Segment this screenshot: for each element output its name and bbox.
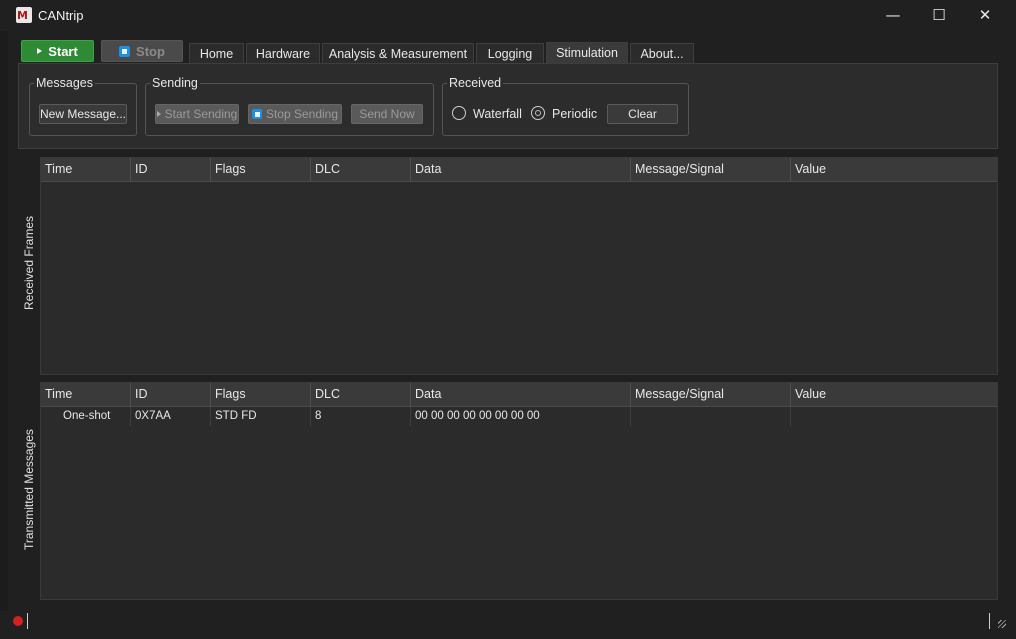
- connection-status-icon: [13, 616, 23, 626]
- app-logo-icon: M: [16, 7, 32, 23]
- play-icon: [37, 48, 43, 54]
- tab-home[interactable]: Home: [189, 43, 244, 64]
- column-header-message-signal[interactable]: Message/Signal: [631, 158, 791, 181]
- cell-message-signal: [631, 407, 791, 426]
- transmitted-messages-table[interactable]: Time ID Flags DLC Data Message/Signal Va…: [40, 382, 998, 600]
- periodic-radio[interactable]: [531, 106, 545, 120]
- column-header-flags[interactable]: Flags: [211, 383, 311, 406]
- table-header: Time ID Flags DLC Data Message/Signal Va…: [41, 158, 997, 182]
- maximize-button[interactable]: ☐: [916, 0, 962, 31]
- waterfall-radio[interactable]: [452, 106, 466, 120]
- table-header: Time ID Flags DLC Data Message/Signal Va…: [41, 383, 997, 407]
- status-separator: [27, 613, 28, 629]
- stop-label: Stop: [136, 43, 165, 59]
- messages-group-title: Messages: [34, 76, 95, 90]
- tab-logging[interactable]: Logging: [476, 43, 544, 64]
- stop-button[interactable]: Stop: [101, 40, 183, 62]
- start-sending-button[interactable]: Start Sending: [155, 104, 239, 124]
- background-window-edge: [0, 31, 8, 611]
- received-group-title: Received: [447, 76, 504, 90]
- status-bar: [0, 611, 1016, 639]
- column-header-message-signal[interactable]: Message/Signal: [631, 383, 791, 406]
- column-header-time[interactable]: Time: [41, 158, 131, 181]
- tab-hardware[interactable]: Hardware: [246, 43, 320, 64]
- cell-dlc: 8: [311, 407, 411, 426]
- window-title: CANtrip: [38, 8, 84, 23]
- cell-flags: STD FD: [211, 407, 311, 426]
- start-sending-label: Start Sending: [164, 107, 238, 121]
- play-icon: [156, 111, 161, 117]
- cell-id: 0X7AA: [131, 407, 211, 426]
- stop-icon: [251, 109, 262, 119]
- tab-stimulation[interactable]: Stimulation: [546, 42, 628, 64]
- column-header-value[interactable]: Value: [791, 158, 997, 181]
- start-label: Start: [48, 43, 78, 59]
- status-separator: [989, 613, 990, 629]
- close-button[interactable]: ✕: [962, 0, 1008, 31]
- received-frames-table[interactable]: Time ID Flags DLC Data Message/Signal Va…: [40, 157, 998, 375]
- cell-value: [791, 407, 997, 426]
- tab-about[interactable]: About...: [630, 43, 694, 64]
- tab-analysis-measurement[interactable]: Analysis & Measurement: [322, 43, 474, 64]
- column-header-dlc[interactable]: DLC: [311, 158, 411, 181]
- waterfall-label: Waterfall: [473, 107, 522, 121]
- column-header-dlc[interactable]: DLC: [311, 383, 411, 406]
- column-header-id[interactable]: ID: [131, 383, 211, 406]
- stop-icon: [119, 45, 131, 57]
- transmitted-messages-label: Transmitted Messages: [22, 429, 36, 550]
- resize-grip-icon[interactable]: [998, 620, 1006, 628]
- send-now-button[interactable]: Send Now: [351, 104, 423, 124]
- stop-sending-label: Stop Sending: [265, 107, 339, 121]
- column-header-flags[interactable]: Flags: [211, 158, 311, 181]
- column-header-id[interactable]: ID: [131, 158, 211, 181]
- title-bar: [0, 0, 1016, 31]
- column-header-value[interactable]: Value: [791, 383, 997, 406]
- column-header-data[interactable]: Data: [411, 158, 631, 181]
- table-row[interactable]: One-shot 0X7AA STD FD 8 00 00 00 00 00 0…: [41, 407, 997, 426]
- minimize-button[interactable]: —: [870, 0, 916, 31]
- periodic-label: Periodic: [552, 107, 598, 121]
- new-message-button[interactable]: New Message...: [39, 104, 127, 124]
- sending-group-title: Sending: [150, 76, 200, 90]
- clear-button[interactable]: Clear: [607, 104, 678, 124]
- start-button[interactable]: Start: [21, 40, 94, 62]
- received-frames-label: Received Frames: [22, 215, 36, 310]
- cell-time: One-shot: [41, 407, 131, 426]
- column-header-time[interactable]: Time: [41, 383, 131, 406]
- stop-sending-button[interactable]: Stop Sending: [248, 104, 342, 124]
- cell-data: 00 00 00 00 00 00 00 00: [411, 407, 631, 426]
- column-header-data[interactable]: Data: [411, 383, 631, 406]
